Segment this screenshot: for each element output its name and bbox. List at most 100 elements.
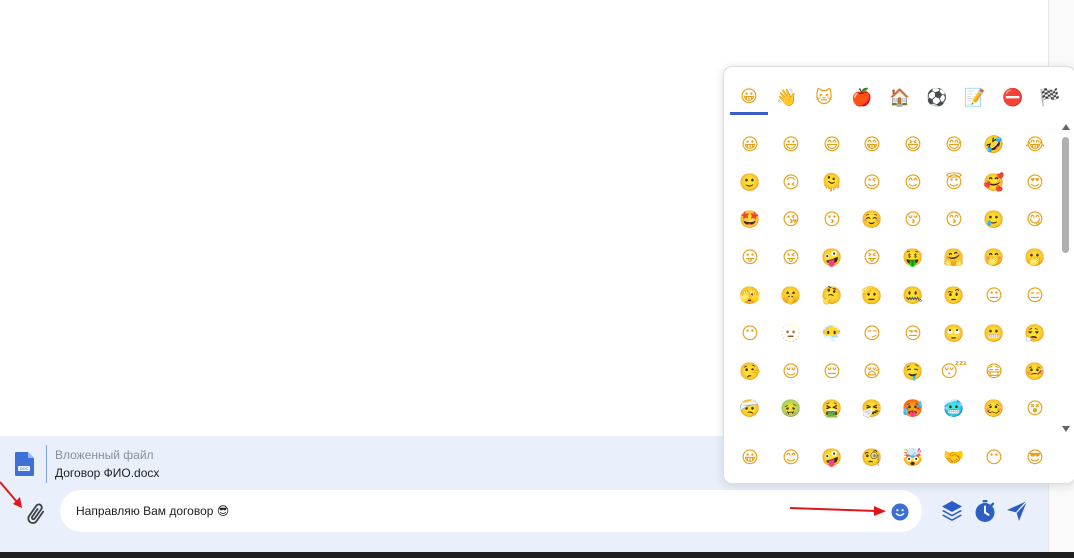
layers-icon[interactable] xyxy=(940,499,964,523)
emoji-cell-53[interactable]: 🤤 xyxy=(893,352,934,390)
emoji-cell-26[interactable]: 😜 xyxy=(771,238,812,276)
emoji-cell-17[interactable]: 🤩 xyxy=(730,201,771,239)
attachment-filename[interactable]: Договор ФИО.docx xyxy=(55,466,159,480)
emoji-cell-64[interactable]: 😵 xyxy=(1015,390,1056,428)
emoji-cell-50[interactable]: 😌 xyxy=(771,352,812,390)
tab-people[interactable]: 👋 xyxy=(768,79,806,115)
emoji-cell-24[interactable]: 😋 xyxy=(1015,201,1056,239)
emoji-cell-25[interactable]: 😛 xyxy=(730,238,771,276)
emoji-cell-10[interactable]: 🙃 xyxy=(771,163,812,201)
emoji-cell-row-bottom-7[interactable]: 😶 xyxy=(974,439,1015,475)
emoji-cell-9[interactable]: 🙂 xyxy=(730,163,771,201)
emoji-cell-row-bottom-1[interactable]: 😀 xyxy=(730,439,771,475)
svg-text:😗: 😗 xyxy=(823,210,841,230)
emoji-cell-19[interactable]: 😗 xyxy=(811,201,852,239)
emoji-cell-32[interactable]: 🫢 xyxy=(1015,238,1056,276)
send-icon[interactable] xyxy=(1005,499,1029,523)
scroll-thumb[interactable] xyxy=(1062,137,1069,253)
emoji-cell-21[interactable]: 😚 xyxy=(893,201,934,239)
emoji-cell-28[interactable]: 😝 xyxy=(852,238,893,276)
emoji-cell-36[interactable]: 🫡 xyxy=(852,276,893,314)
emoji-cell-44[interactable]: 😏 xyxy=(852,314,893,352)
scroll-down-arrow-icon[interactable] xyxy=(1062,425,1070,433)
emoji-cell-42[interactable]: 🫥 xyxy=(771,314,812,352)
emoji-cell-29[interactable]: 🤑 xyxy=(893,238,934,276)
emoji-cell-20[interactable]: ☺️ xyxy=(852,201,893,239)
emoji-cell-48[interactable]: 😮‍💨 xyxy=(1015,314,1056,352)
emoji-cell-14[interactable]: 😇 xyxy=(933,163,974,201)
emoji-cell-5[interactable]: 😆 xyxy=(893,125,934,163)
emoji-cell-57[interactable]: 🤕 xyxy=(730,390,771,428)
emoji-icon: 🤪 xyxy=(821,248,842,268)
emoji-cell-30[interactable]: 🤗 xyxy=(933,238,974,276)
emoji-cell-7[interactable]: 🤣 xyxy=(974,125,1015,163)
emoji-cell-8[interactable]: 😂 xyxy=(1015,125,1056,163)
emoji-cell-37[interactable]: 🤐 xyxy=(893,276,934,314)
tab-places[interactable]: 🏠 xyxy=(881,79,919,115)
emoji-cell-60[interactable]: 🤧 xyxy=(852,390,893,428)
emoji-cell-2[interactable]: 😃 xyxy=(771,125,812,163)
emoji-cell-62[interactable]: 🥶 xyxy=(933,390,974,428)
emoji-cell-34[interactable]: 🤫 xyxy=(771,276,812,314)
tab-smileys[interactable]: 😀 xyxy=(730,79,768,115)
tab-flags[interactable]: 🏁 xyxy=(1032,79,1070,115)
emoji-cell-1[interactable]: 😀 xyxy=(730,125,771,163)
scroll-up-arrow-icon[interactable] xyxy=(1062,123,1070,131)
emoji-cell-row-bottom-2[interactable]: 😊 xyxy=(771,439,812,475)
emoji-cell-15[interactable]: 🥰 xyxy=(974,163,1015,201)
emoji-cell-47[interactable]: 😬 xyxy=(974,314,1015,352)
emoji-scrollbar[interactable] xyxy=(1059,123,1073,435)
emoji-cell-49[interactable]: 🤥 xyxy=(730,352,771,390)
tab-food[interactable]: 🍎 xyxy=(843,79,881,115)
emoji-cell-59[interactable]: 🤮 xyxy=(811,390,852,428)
emoji-cell-16[interactable]: 😍 xyxy=(1015,163,1056,201)
emoji-cell-row-bottom-4[interactable]: 🧐 xyxy=(852,439,893,475)
emoji-cell-56[interactable]: 🤒 xyxy=(1015,352,1056,390)
emoji-cell-31[interactable]: 🤭 xyxy=(974,238,1015,276)
emoji-cell-61[interactable]: 🥵 xyxy=(893,390,934,428)
emoji-cell-12[interactable]: 😉 xyxy=(852,163,893,201)
tab-objects[interactable]: 📝 xyxy=(956,79,994,115)
tab-activities[interactable]: ⚽ xyxy=(918,79,956,115)
emoji-cell-row-bottom-8[interactable]: 😎 xyxy=(1015,439,1056,475)
emoji-cell-63[interactable]: 🥴 xyxy=(974,390,1015,428)
smiley-icon[interactable] xyxy=(891,503,909,521)
emoji-cell-11[interactable]: 🫠 xyxy=(811,163,852,201)
emoji-cell-4[interactable]: 😁 xyxy=(852,125,893,163)
emoji-cell-43[interactable]: 😶‍🌫️ xyxy=(811,314,852,352)
emoji-cell-51[interactable]: 😔 xyxy=(811,352,852,390)
emoji-cell-40[interactable]: 😑 xyxy=(1015,276,1056,314)
emoji-cell-6[interactable]: 😅 xyxy=(933,125,974,163)
emoji-cell-54[interactable]: 😴 xyxy=(933,352,974,390)
emoji-cell-55[interactable]: 😷 xyxy=(974,352,1015,390)
emoji-cell-52[interactable]: 😪 xyxy=(852,352,893,390)
svg-text:😶: 😶 xyxy=(986,448,1004,468)
emoji-cell-22[interactable]: 😙 xyxy=(933,201,974,239)
emoji-cell-row-bottom-5[interactable]: 🤯 xyxy=(893,439,934,475)
emoji-cell-41[interactable]: 😶 xyxy=(730,314,771,352)
emoji-cell-39[interactable]: 😐 xyxy=(974,276,1015,314)
emoji-icon: 😒 xyxy=(904,324,922,344)
emoji-cell-45[interactable]: 😒 xyxy=(893,314,934,352)
emoji-cell-33[interactable]: 🫣 xyxy=(730,276,771,314)
message-input-text[interactable]: Направляю Вам договор 😎 xyxy=(76,504,229,518)
emoji-cell-18[interactable]: 😘 xyxy=(771,201,812,239)
emoji-icon: 😘 xyxy=(782,210,800,230)
svg-text:😔: 😔 xyxy=(823,362,841,382)
emoji-cell-38[interactable]: 🤨 xyxy=(933,276,974,314)
tab-symbols[interactable]: ⛔ xyxy=(994,79,1032,115)
svg-text:🫢: 🫢 xyxy=(1025,248,1046,268)
emoji-cell-35[interactable]: 🤔 xyxy=(811,276,852,314)
emoji-cell-row-bottom-3[interactable]: 🤪 xyxy=(811,439,852,475)
emoji-cell-13[interactable]: 😊 xyxy=(893,163,934,201)
emoji-cell-23[interactable]: 🥲 xyxy=(974,201,1015,239)
emoji-cell-3[interactable]: 😄 xyxy=(811,125,852,163)
emoji-cell-58[interactable]: 🤢 xyxy=(771,390,812,428)
emoji-cell-46[interactable]: 🙄 xyxy=(933,314,974,352)
tab-animals[interactable]: 🐱 xyxy=(805,79,843,115)
emoji-cell-row-bottom-6[interactable]: 🤝 xyxy=(933,439,974,475)
flags-icon: 🏁 xyxy=(1040,87,1061,108)
timer-icon[interactable] xyxy=(973,499,997,523)
emoji-cell-27[interactable]: 🤪 xyxy=(811,238,852,276)
emoji-icon: 🤯 xyxy=(903,447,924,468)
